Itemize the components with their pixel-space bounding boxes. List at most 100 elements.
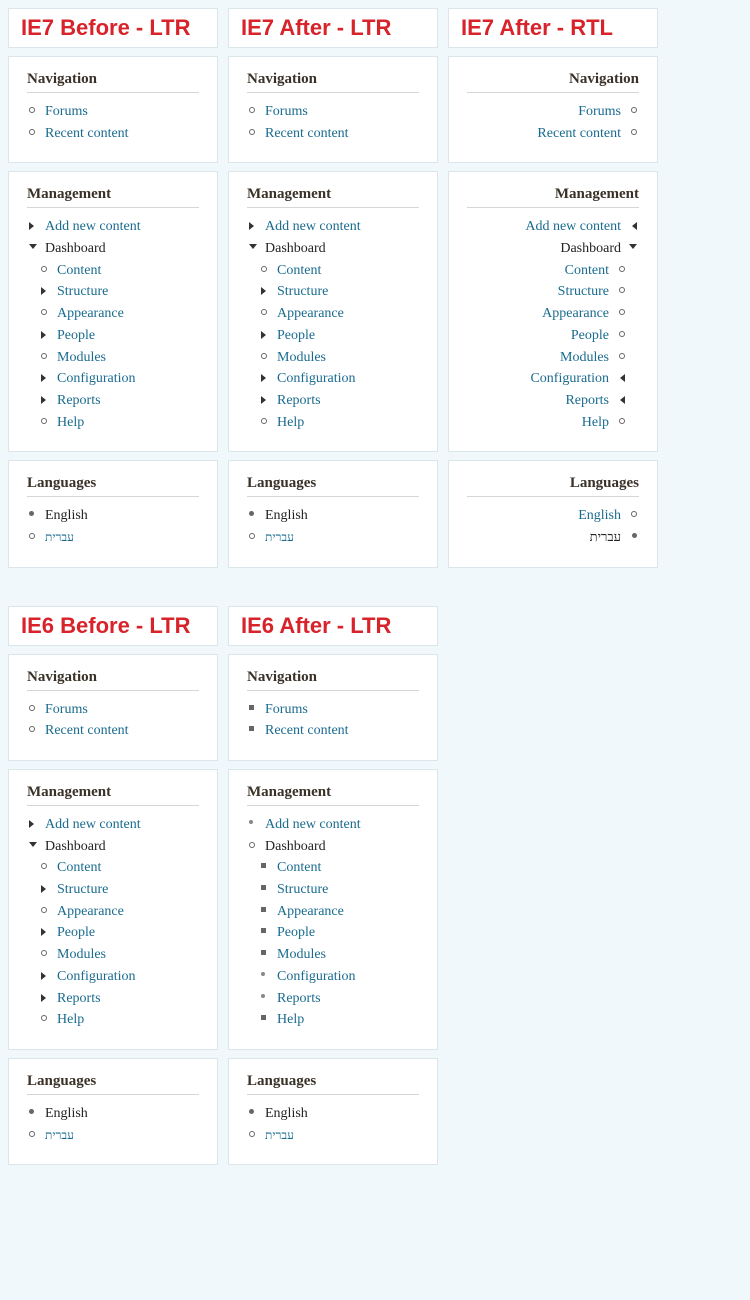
circle-icon	[249, 533, 255, 539]
mgmt-item-structure[interactable]: Structure	[27, 281, 199, 303]
mgmt-item-content[interactable]: Content	[27, 260, 199, 282]
mgmt-item-structure[interactable]: Structure	[247, 879, 419, 901]
lang-item-english[interactable]: English	[247, 505, 419, 527]
mgmt-item-appearance[interactable]: Appearance	[27, 901, 199, 923]
mgmt-item-people[interactable]: People	[467, 325, 639, 347]
link-text: Forums	[578, 104, 621, 119]
mgmt-item-content[interactable]: Content	[247, 857, 419, 879]
lang-item-hebrew[interactable]: עברית	[247, 1125, 419, 1147]
mgmt-item-configuration[interactable]: Configuration	[247, 368, 419, 390]
mgmt-item-appearance[interactable]: Appearance	[27, 303, 199, 325]
link-text: People	[277, 328, 315, 343]
lang-item-hebrew[interactable]: עברית	[467, 527, 639, 549]
mgmt-item-help[interactable]: Help	[27, 412, 199, 434]
block-languages: Languages English עברית	[228, 1058, 438, 1165]
collapsed-icon	[41, 972, 46, 980]
lang-item-hebrew[interactable]: עברית	[27, 1125, 199, 1147]
lang-item-english[interactable]: English	[27, 505, 199, 527]
nav-item-recent[interactable]: Recent content	[247, 123, 419, 145]
collapsed-icon	[41, 287, 46, 295]
leaf-icon	[41, 907, 47, 913]
mgmt-item-modules[interactable]: Modules	[247, 347, 419, 369]
mgmt-item-structure[interactable]: Structure	[467, 281, 639, 303]
square-icon	[261, 928, 266, 933]
mgmt-item-dashboard[interactable]: Dashboard	[27, 836, 199, 858]
link-text: Recent content	[265, 723, 349, 738]
link-text: Forums	[45, 702, 88, 717]
nav-item-recent[interactable]: Recent content	[467, 123, 639, 145]
expanded-icon	[29, 842, 37, 847]
lang-item-hebrew[interactable]: עברית	[27, 527, 199, 549]
mgmt-item-reports[interactable]: Reports	[27, 988, 199, 1010]
mgmt-item-dashboard[interactable]: Dashboard	[467, 238, 639, 260]
lang-item-english[interactable]: English	[467, 505, 639, 527]
mgmt-item-help[interactable]: Help	[27, 1009, 199, 1031]
mgmt-item-configuration[interactable]: Configuration	[467, 368, 639, 390]
leaf-icon	[29, 129, 35, 135]
mgmt-item-dashboard[interactable]: Dashboard	[247, 238, 419, 260]
mgmt-item-configuration[interactable]: Configuration	[27, 368, 199, 390]
mgmt-item-content[interactable]: Content	[467, 260, 639, 282]
mgmt-item-dashboard[interactable]: Dashboard	[247, 836, 419, 858]
lang-item-english[interactable]: English	[27, 1103, 199, 1125]
mgmt-item-appearance[interactable]: Appearance	[247, 303, 419, 325]
mgmt-item-modules[interactable]: Modules	[467, 347, 639, 369]
nav-item-forums[interactable]: Forums	[27, 699, 199, 721]
link-text: Modules	[277, 350, 326, 365]
mgmt-item-people[interactable]: People	[247, 922, 419, 944]
navigation-heading: Navigation	[247, 71, 419, 93]
disc-icon	[249, 511, 254, 516]
title-text: IE6 After - LTR	[241, 613, 425, 639]
nav-item-forums[interactable]: Forums	[27, 101, 199, 123]
mgmt-item-content[interactable]: Content	[247, 260, 419, 282]
mgmt-item-people[interactable]: People	[27, 325, 199, 347]
lang-item-english[interactable]: English	[247, 1103, 419, 1125]
mgmt-item-configuration[interactable]: Configuration	[27, 966, 199, 988]
mgmt-item-reports[interactable]: Reports	[467, 390, 639, 412]
mgmt-item-modules[interactable]: Modules	[27, 944, 199, 966]
mgmt-item-structure[interactable]: Structure	[247, 281, 419, 303]
mgmt-item-add[interactable]: Add new content	[27, 216, 199, 238]
nav-item-forums[interactable]: Forums	[467, 101, 639, 123]
link-text: Dashboard	[265, 241, 326, 256]
square-icon	[249, 726, 254, 731]
link-text: עברית	[45, 1128, 74, 1142]
mgmt-item-modules[interactable]: Modules	[27, 347, 199, 369]
link-text: Configuration	[530, 371, 609, 386]
link-text: Appearance	[542, 306, 609, 321]
mgmt-item-people[interactable]: People	[27, 922, 199, 944]
square-icon	[261, 907, 266, 912]
mgmt-item-dashboard[interactable]: Dashboard	[27, 238, 199, 260]
nav-item-recent[interactable]: Recent content	[27, 123, 199, 145]
title-text: IE7 Before - LTR	[21, 15, 205, 41]
mgmt-item-modules[interactable]: Modules	[247, 944, 419, 966]
mgmt-item-people[interactable]: People	[247, 325, 419, 347]
nav-item-forums[interactable]: Forums	[247, 699, 419, 721]
link-text: Help	[582, 415, 609, 430]
mgmt-item-help[interactable]: Help	[467, 412, 639, 434]
nav-item-recent[interactable]: Recent content	[27, 720, 199, 742]
link-text: Structure	[558, 284, 609, 299]
mgmt-item-appearance[interactable]: Appearance	[467, 303, 639, 325]
mgmt-item-reports[interactable]: Reports	[247, 988, 419, 1010]
mgmt-item-add[interactable]: Add new content	[247, 814, 419, 836]
mgmt-item-help[interactable]: Help	[247, 412, 419, 434]
mgmt-item-structure[interactable]: Structure	[27, 879, 199, 901]
lang-item-hebrew[interactable]: עברית	[247, 527, 419, 549]
mgmt-item-content[interactable]: Content	[27, 857, 199, 879]
collapsed-icon	[41, 885, 46, 893]
title-ie6-after-ltr: IE6 After - LTR	[228, 606, 438, 646]
nav-item-recent[interactable]: Recent content	[247, 720, 419, 742]
mgmt-item-add[interactable]: Add new content	[247, 216, 419, 238]
link-text: Structure	[277, 284, 328, 299]
link-text: People	[277, 925, 315, 940]
mgmt-item-reports[interactable]: Reports	[27, 390, 199, 412]
link-text: Appearance	[277, 306, 344, 321]
mgmt-item-add[interactable]: Add new content	[467, 216, 639, 238]
mgmt-item-appearance[interactable]: Appearance	[247, 901, 419, 923]
mgmt-item-help[interactable]: Help	[247, 1009, 419, 1031]
mgmt-item-reports[interactable]: Reports	[247, 390, 419, 412]
nav-item-forums[interactable]: Forums	[247, 101, 419, 123]
mgmt-item-configuration[interactable]: Configuration	[247, 966, 419, 988]
mgmt-item-add[interactable]: Add new content	[27, 814, 199, 836]
